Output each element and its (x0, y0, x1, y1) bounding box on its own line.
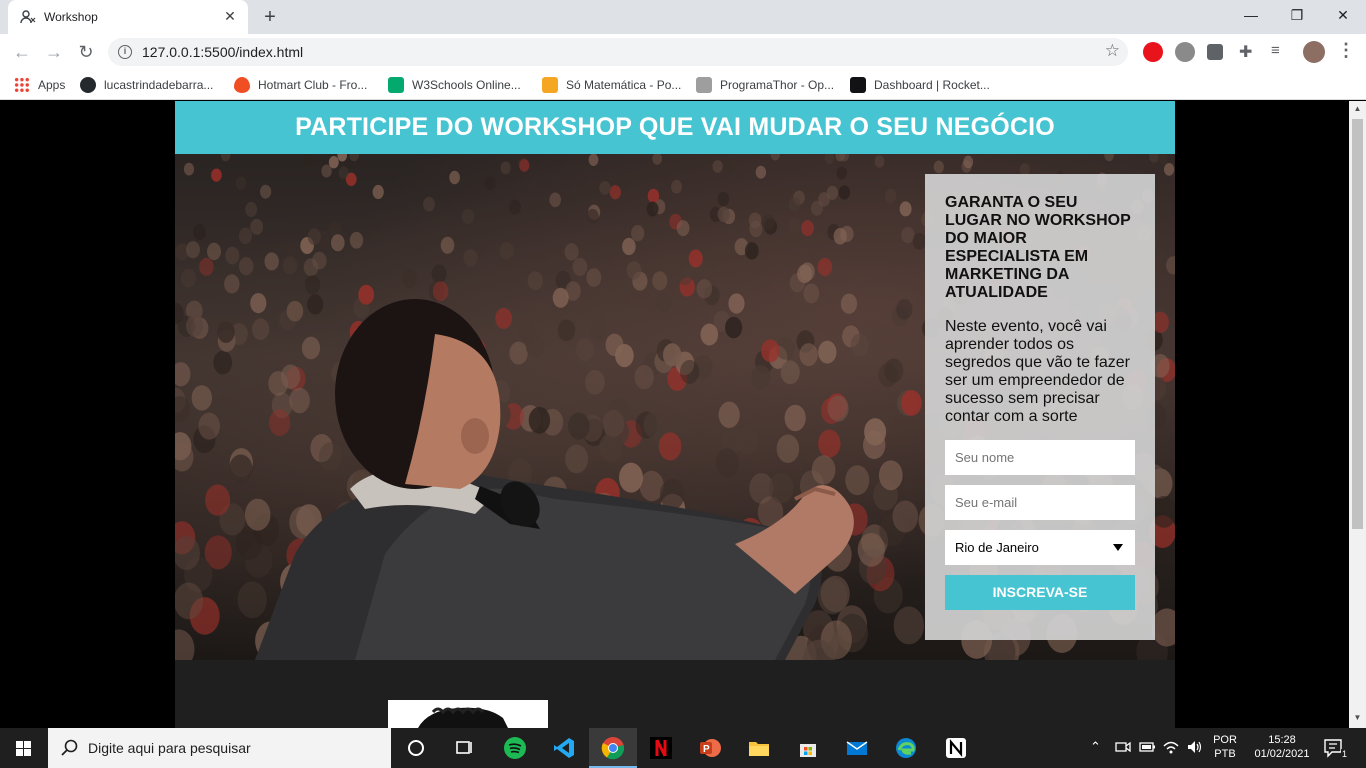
new-tab-button[interactable]: + (258, 6, 282, 28)
scroll-down-icon[interactable]: ▼ (1353, 713, 1362, 722)
url-text: 127.0.0.1:5500/index.html (142, 44, 304, 60)
form-description: Neste evento, você vai aprender todos os… (945, 318, 1131, 425)
profile-photo (388, 700, 548, 728)
github-icon (80, 77, 96, 93)
powerpoint-icon[interactable]: P (698, 736, 722, 760)
page-viewport: PARTICIPE DO WORKSHOP QUE VAI MUDAR O SE… (0, 101, 1349, 728)
city-select-value: Rio de Janeiro (955, 540, 1039, 555)
scroll-up-icon[interactable]: ▲ (1353, 104, 1362, 113)
svg-text:P: P (703, 744, 710, 755)
notifications-count: 1 (1340, 749, 1348, 759)
language-code: POR (1213, 734, 1237, 746)
netflix-icon[interactable] (649, 736, 673, 760)
hero-section: GARANTA O SEU LUGAR NO WORKSHOP DO MAIOR… (175, 154, 1175, 660)
playlist-icon[interactable]: ≡ (1271, 42, 1291, 62)
mail-icon[interactable] (845, 736, 869, 760)
tab-close-icon[interactable]: ✕ (222, 8, 238, 24)
browser-toolbar: ← → ↻ i 127.0.0.1:5500/index.html ☆ ✚ ≡ … (0, 34, 1366, 70)
email-input[interactable]: Seu e-mail (945, 485, 1135, 520)
tab-strip: Workshop ✕ + — ❐ ✕ (0, 0, 1366, 34)
clock[interactable]: 15:28 01/02/2021 (1250, 733, 1314, 761)
scrollbar-thumb[interactable] (1352, 119, 1363, 529)
taskbar-search-placeholder: Digite aqui para pesquisar (88, 740, 251, 756)
bookmark-apps[interactable]: Apps (14, 77, 65, 95)
windows-logo-icon (16, 741, 31, 756)
keyboard-layout: PTB (1214, 748, 1236, 760)
user-favicon-icon (20, 10, 36, 24)
bookmark-rocketseat[interactable]: Dashboard | Rocket... (850, 77, 990, 95)
content-section (175, 660, 1175, 728)
tray-chevron-icon[interactable]: ⌃ (1090, 740, 1101, 754)
rocketseat-icon (850, 77, 866, 93)
site-info-icon[interactable]: i (118, 45, 132, 59)
hotmart-icon (234, 77, 250, 93)
adblock-extension-icon[interactable] (1143, 42, 1163, 62)
task-view-icon[interactable] (452, 736, 476, 760)
clock-date: 01/02/2021 (1254, 748, 1310, 760)
forward-icon[interactable]: → (42, 40, 66, 64)
notion-icon[interactable] (944, 736, 968, 760)
subscribe-button[interactable]: INSCREVA-SE (945, 575, 1135, 610)
bookmark-somatematica[interactable]: Só Matemática - Po... (542, 77, 681, 95)
windows-taskbar: Digite aqui para pesquisar P ⌃ POR PTB 1… (0, 728, 1366, 768)
menu-dots-icon[interactable]: ⋮ (1337, 40, 1357, 60)
input-language-indicator[interactable]: POR PTB (1208, 733, 1242, 761)
bookmark-star-icon[interactable]: ☆ (1105, 41, 1120, 61)
chrome-icon[interactable] (601, 736, 625, 760)
microsoft-store-icon[interactable] (796, 736, 820, 760)
file-explorer-icon[interactable] (747, 736, 771, 760)
dropdown-caret-icon (1113, 544, 1123, 551)
tab-title: Workshop (44, 10, 98, 24)
wifi-icon[interactable] (1162, 738, 1180, 756)
city-select[interactable]: Rio de Janeiro (945, 530, 1135, 565)
apps-grid-icon (14, 77, 30, 93)
bookmarks-bar: Apps lucastrindadebarra... Hotmart Club … (0, 70, 1366, 100)
vscode-icon[interactable] (552, 736, 576, 760)
bookmark-w3schools[interactable]: W3Schools Online... (388, 77, 521, 95)
reload-icon[interactable]: ↻ (74, 40, 98, 64)
media-extension-icon[interactable] (1207, 44, 1223, 60)
edge-icon[interactable] (894, 736, 918, 760)
close-window-button[interactable]: ✕ (1320, 0, 1366, 30)
minimize-button[interactable]: — (1228, 0, 1274, 30)
browser-tab[interactable]: Workshop ✕ (8, 0, 248, 34)
notifications-icon[interactable]: 1 (1322, 737, 1348, 759)
w3schools-icon (388, 77, 404, 93)
spotify-icon[interactable] (503, 736, 527, 760)
form-title: GARANTA O SEU LUGAR NO WORKSHOP DO MAIOR… (945, 194, 1131, 301)
page-scrollbar[interactable]: ▲ ▼ (1349, 101, 1366, 728)
cortana-icon[interactable] (404, 736, 428, 760)
profile-avatar-icon[interactable] (1303, 41, 1325, 63)
taskbar-search-box[interactable]: Digite aqui para pesquisar (48, 728, 391, 768)
page-title: PARTICIPE DO WORKSHOP QUE VAI MUDAR O SE… (295, 113, 1055, 141)
name-input[interactable]: Seu nome (945, 440, 1135, 475)
extensions-puzzle-icon[interactable]: ✚ (1239, 42, 1259, 62)
search-icon (61, 739, 78, 756)
signup-form-panel: GARANTA O SEU LUGAR NO WORKSHOP DO MAIOR… (925, 174, 1155, 640)
page-container: PARTICIPE DO WORKSHOP QUE VAI MUDAR O SE… (175, 101, 1175, 728)
meet-now-icon[interactable] (1114, 738, 1132, 756)
battery-icon[interactable] (1138, 738, 1156, 756)
restore-button[interactable]: ❐ (1274, 0, 1320, 30)
clock-time: 15:28 (1268, 734, 1296, 746)
bookmark-hotmart[interactable]: Hotmart Club - Fro... (234, 77, 367, 95)
programathor-icon (696, 77, 712, 93)
windows-start-button[interactable] (0, 728, 48, 768)
page-header: PARTICIPE DO WORKSHOP QUE VAI MUDAR O SE… (175, 101, 1175, 154)
bookmark-github[interactable]: lucastrindadebarra... (80, 77, 213, 95)
volume-icon[interactable] (1186, 738, 1204, 756)
bookmark-programathor[interactable]: ProgramaThor - Op... (696, 77, 834, 95)
back-icon[interactable]: ← (10, 40, 34, 64)
address-bar[interactable]: i 127.0.0.1:5500/index.html ☆ (108, 38, 1128, 66)
settings-extension-icon[interactable] (1175, 42, 1195, 62)
somatematica-icon (542, 77, 558, 93)
